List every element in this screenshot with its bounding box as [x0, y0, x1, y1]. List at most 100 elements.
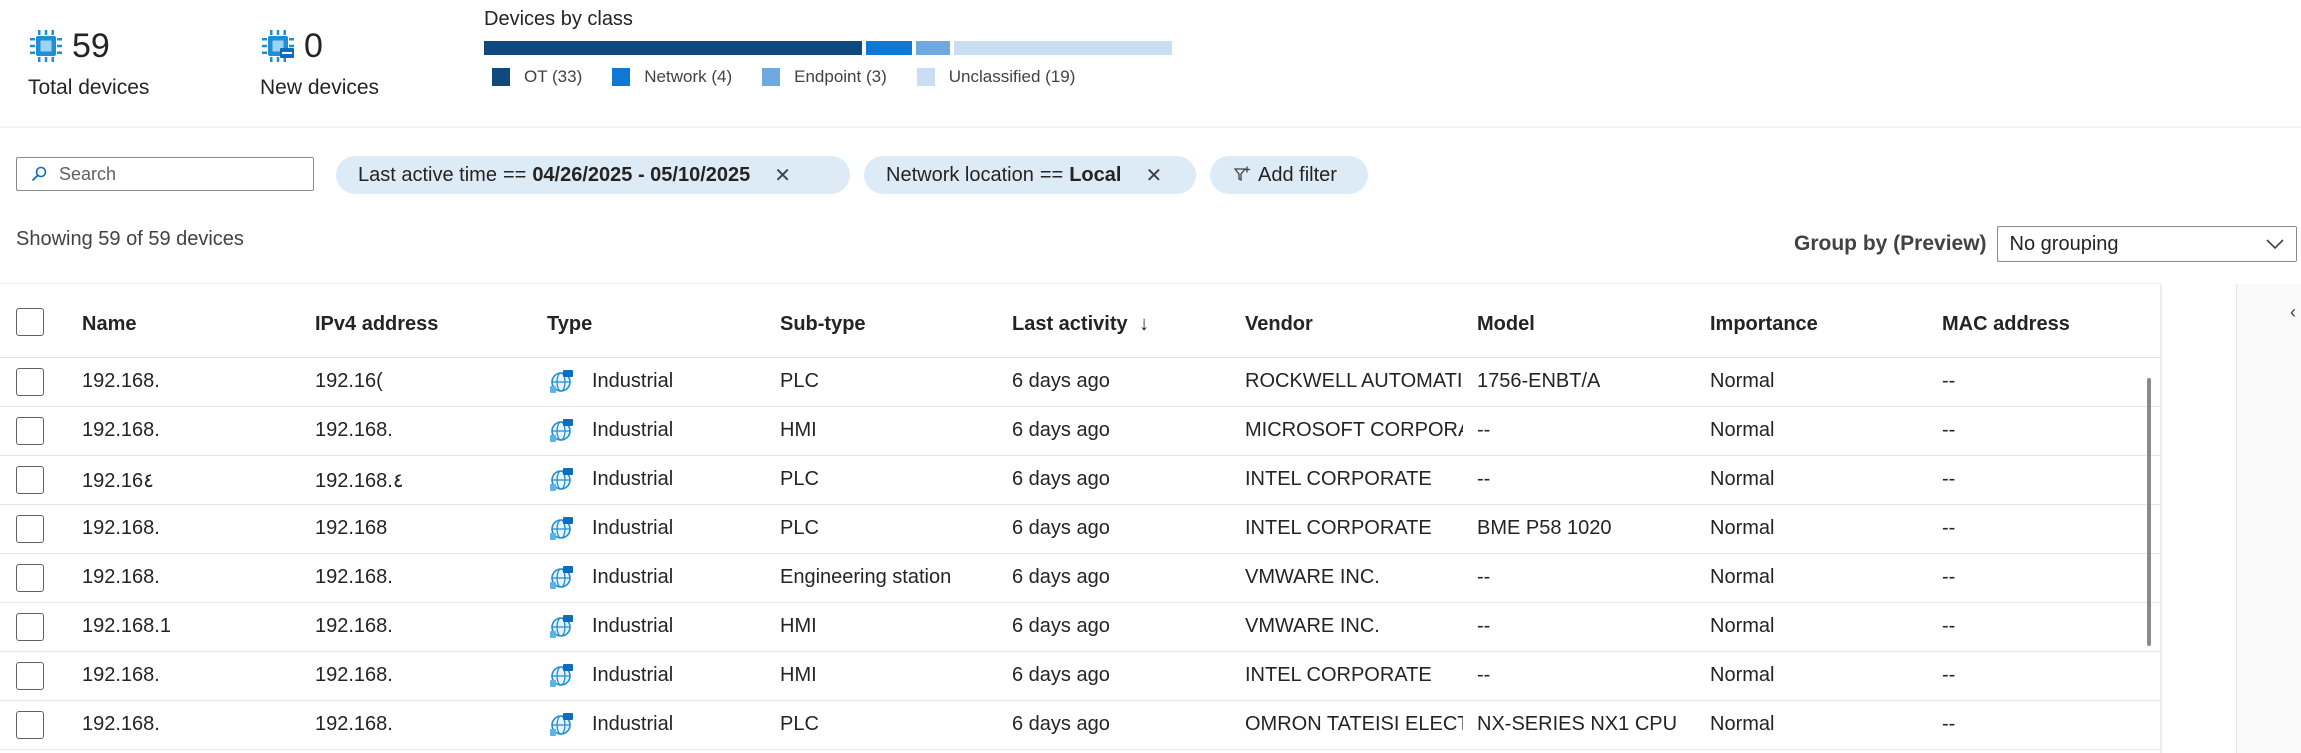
devices-by-class: Devices by class OT (33) Network (4) Endpo… — [484, 8, 1176, 87]
table-row[interactable]: Industrial 192.168. 192.168. HMI 6 days ago M… — [0, 407, 2160, 456]
filter-chip-operator: == — [502, 163, 527, 186]
cell-mac: -- — [1942, 370, 1956, 392]
column-header-name[interactable]: Name — [82, 313, 136, 336]
cell-importance: Normal — [1710, 468, 1775, 490]
sort-descending-icon: ↓ — [1139, 313, 1150, 335]
filter-chip-field: Last active time — [358, 163, 497, 186]
cell-name[interactable]: 192.168. — [82, 517, 160, 540]
row-checkbox[interactable] — [16, 564, 44, 592]
class-bar-segment[interactable] — [916, 41, 950, 55]
cell-model: 1756-ENBT/A — [1477, 370, 1601, 392]
cell-name[interactable]: 192.168.1 — [82, 615, 171, 638]
legend-item[interactable]: Unclassified (19) — [909, 67, 1075, 87]
class-bar-segment[interactable] — [484, 41, 862, 55]
column-header-last-activity-label: Last activity — [1012, 313, 1128, 335]
cell-vendor: OMRON TATEISI ELECTI — [1245, 713, 1463, 735]
table-row[interactable]: Industrial 192.168. 192.168. Engineering st… — [0, 554, 2160, 603]
cell-name[interactable]: 192.168. — [82, 664, 160, 687]
cell-subtype: PLC — [780, 517, 819, 539]
search-box[interactable] — [16, 157, 314, 191]
column-header-model[interactable]: Model — [1477, 313, 1535, 336]
legend-item[interactable]: Endpoint (3) — [754, 67, 887, 87]
row-checkbox[interactable] — [16, 711, 44, 739]
cell-name[interactable]: 192.16٤ — [82, 468, 154, 493]
legend-swatch — [612, 68, 631, 86]
column-header-ipv4[interactable]: IPv4 address — [315, 313, 438, 336]
cell-type: Industrial — [592, 517, 674, 539]
cell-mac: -- — [1942, 615, 1956, 637]
column-header-last-activity[interactable]: Last activity ↓ — [1012, 313, 1149, 336]
search-icon — [31, 166, 47, 182]
legend-label: Endpoint (3) — [794, 67, 887, 86]
new-device-chip-icon — [262, 30, 294, 62]
class-bar-segment[interactable] — [954, 41, 1172, 55]
table-scrollbar[interactable] — [2147, 378, 2151, 646]
column-header-vendor[interactable]: Vendor — [1245, 313, 1313, 336]
table-row[interactable]: Industrial 192.168. 192.168. PLC 6 days ago O… — [0, 701, 2160, 750]
cell-type: Industrial — [592, 664, 674, 686]
cell-type: Industrial — [592, 370, 674, 392]
row-checkbox[interactable] — [16, 466, 44, 494]
filter-chip-last-active-time[interactable]: Last active time == 04/26/2025 - 05/10/2… — [336, 156, 850, 194]
add-filter-button[interactable]: Add filter — [1210, 156, 1368, 194]
legend-item[interactable]: OT (33) — [484, 67, 582, 87]
side-panel-collapsed — [2236, 284, 2301, 753]
industrial-device-icon — [550, 468, 573, 491]
filter-chip-network-location[interactable]: Network location == Local ✕ — [864, 156, 1196, 194]
cell-subtype: PLC — [780, 370, 819, 392]
cell-vendor: INTEL CORPORATE — [1245, 468, 1432, 490]
column-header-subtype[interactable]: Sub-type — [780, 313, 866, 336]
class-bar-segment[interactable] — [866, 41, 912, 55]
legend-swatch — [492, 68, 510, 86]
total-devices-label: Total devices — [28, 76, 150, 99]
cell-name[interactable]: 192.168. — [82, 419, 160, 442]
cell-subtype: Engineering station — [780, 566, 952, 588]
cell-vendor: INTEL CORPORATE — [1245, 517, 1432, 539]
close-icon[interactable]: ✕ — [1145, 163, 1162, 188]
total-devices-stat[interactable]: 59 Total devices — [28, 26, 149, 100]
table-row[interactable]: Industrial 192.16٤ 192.168.٤ PLC 6 days ago I… — [0, 456, 2160, 505]
industrial-device-icon — [550, 419, 573, 442]
filter-chip-field: Network location — [886, 163, 1034, 186]
column-header-mac[interactable]: MAC address — [1942, 313, 2070, 336]
select-all-checkbox[interactable] — [16, 308, 44, 336]
cell-vendor: INTEL CORPORATE — [1245, 664, 1432, 686]
table-row[interactable]: Industrial 192.168. 192.168. HMI 6 days ago I… — [0, 652, 2160, 701]
cell-subtype: HMI — [780, 615, 817, 637]
table-top-divider — [0, 283, 2160, 284]
cell-name[interactable]: 192.168. — [82, 370, 160, 393]
close-icon[interactable]: ✕ — [774, 163, 791, 188]
cell-type: Industrial — [592, 419, 674, 441]
new-devices-stat[interactable]: 0 New devices — [260, 26, 379, 100]
cell-vendor: VMWARE INC. — [1245, 566, 1380, 588]
cell-vendor: VMWARE INC. — [1245, 615, 1380, 637]
column-header-importance[interactable]: Importance — [1710, 313, 1818, 336]
row-checkbox[interactable] — [16, 515, 44, 543]
row-checkbox[interactable] — [16, 613, 44, 641]
group-by-dropdown[interactable]: No grouping — [1996, 226, 2297, 262]
cell-ipv4: 192.168. — [315, 664, 393, 686]
devices-by-class-legend: OT (33) Network (4) Endpoint (3) Unclassifi… — [484, 67, 1176, 87]
cell-name[interactable]: 192.168. — [82, 713, 160, 736]
industrial-device-icon — [550, 664, 573, 687]
expand-panel-icon[interactable]: ‹ — [2290, 302, 2296, 323]
row-checkbox[interactable] — [16, 662, 44, 690]
cell-type: Industrial — [592, 713, 674, 735]
cell-importance: Normal — [1710, 517, 1775, 539]
cell-name[interactable]: 192.168. — [82, 566, 160, 589]
row-checkbox[interactable] — [16, 368, 44, 396]
table-row[interactable]: Industrial 192.168.1 192.168. HMI 6 days ago… — [0, 603, 2160, 652]
column-header-type[interactable]: Type — [547, 313, 592, 336]
cell-last-activity: 6 days ago — [1012, 419, 1110, 441]
search-input[interactable] — [57, 162, 301, 186]
table-row[interactable]: Industrial 192.168. 192.168 PLC 6 days ago IN… — [0, 505, 2160, 554]
table-row[interactable]: Industrial 192.168. 192.16(PLC 6 days ago RO… — [0, 358, 2160, 407]
row-checkbox[interactable] — [16, 417, 44, 445]
device-chip-icon — [30, 30, 62, 62]
total-devices-count: 59 — [72, 27, 110, 65]
cell-importance: Normal — [1710, 615, 1775, 637]
legend-swatch — [916, 68, 935, 86]
showing-count: Showing 59 of 59 devices — [16, 228, 244, 250]
legend-item[interactable]: Network (4) — [604, 67, 732, 87]
filter-chip-operator: == — [1039, 163, 1064, 186]
